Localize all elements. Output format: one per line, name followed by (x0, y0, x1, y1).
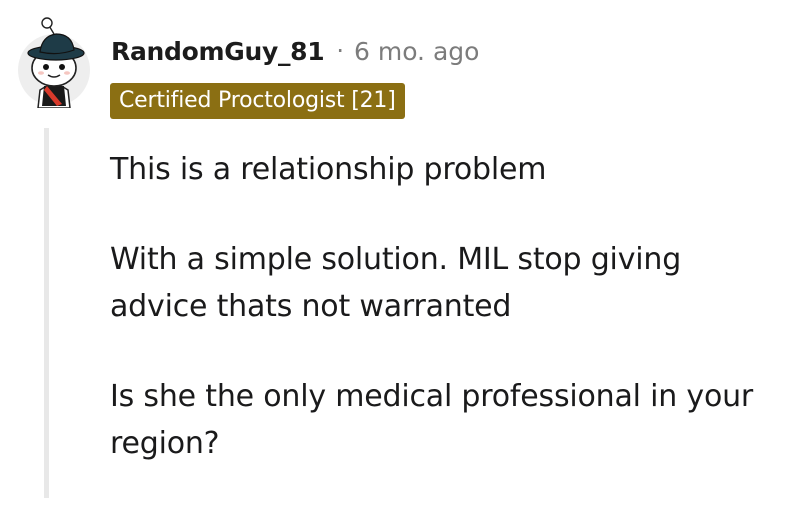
comment-paragraph: This is a relationship problem (110, 152, 547, 187)
comment-meta: RandomGuy_81 · 6 mo. ago (111, 32, 479, 70)
user-avatar[interactable] (14, 16, 100, 109)
thread-collapse-line[interactable] (44, 128, 49, 498)
comment-paragraph: Is she the only medical professional in … (110, 379, 754, 461)
comment-body: This is a relationship problem With a si… (110, 146, 770, 510)
timestamp[interactable]: 6 mo. ago (354, 37, 479, 66)
user-flair: Certified Proctologist [21] (110, 83, 405, 119)
comment-paragraph: With a simple solution. MIL stop giving … (110, 242, 682, 324)
username-link[interactable]: RandomGuy_81 (111, 37, 325, 66)
meta-separator: · (336, 37, 344, 65)
snoo-avatar-with-hat-icon (18, 17, 90, 109)
